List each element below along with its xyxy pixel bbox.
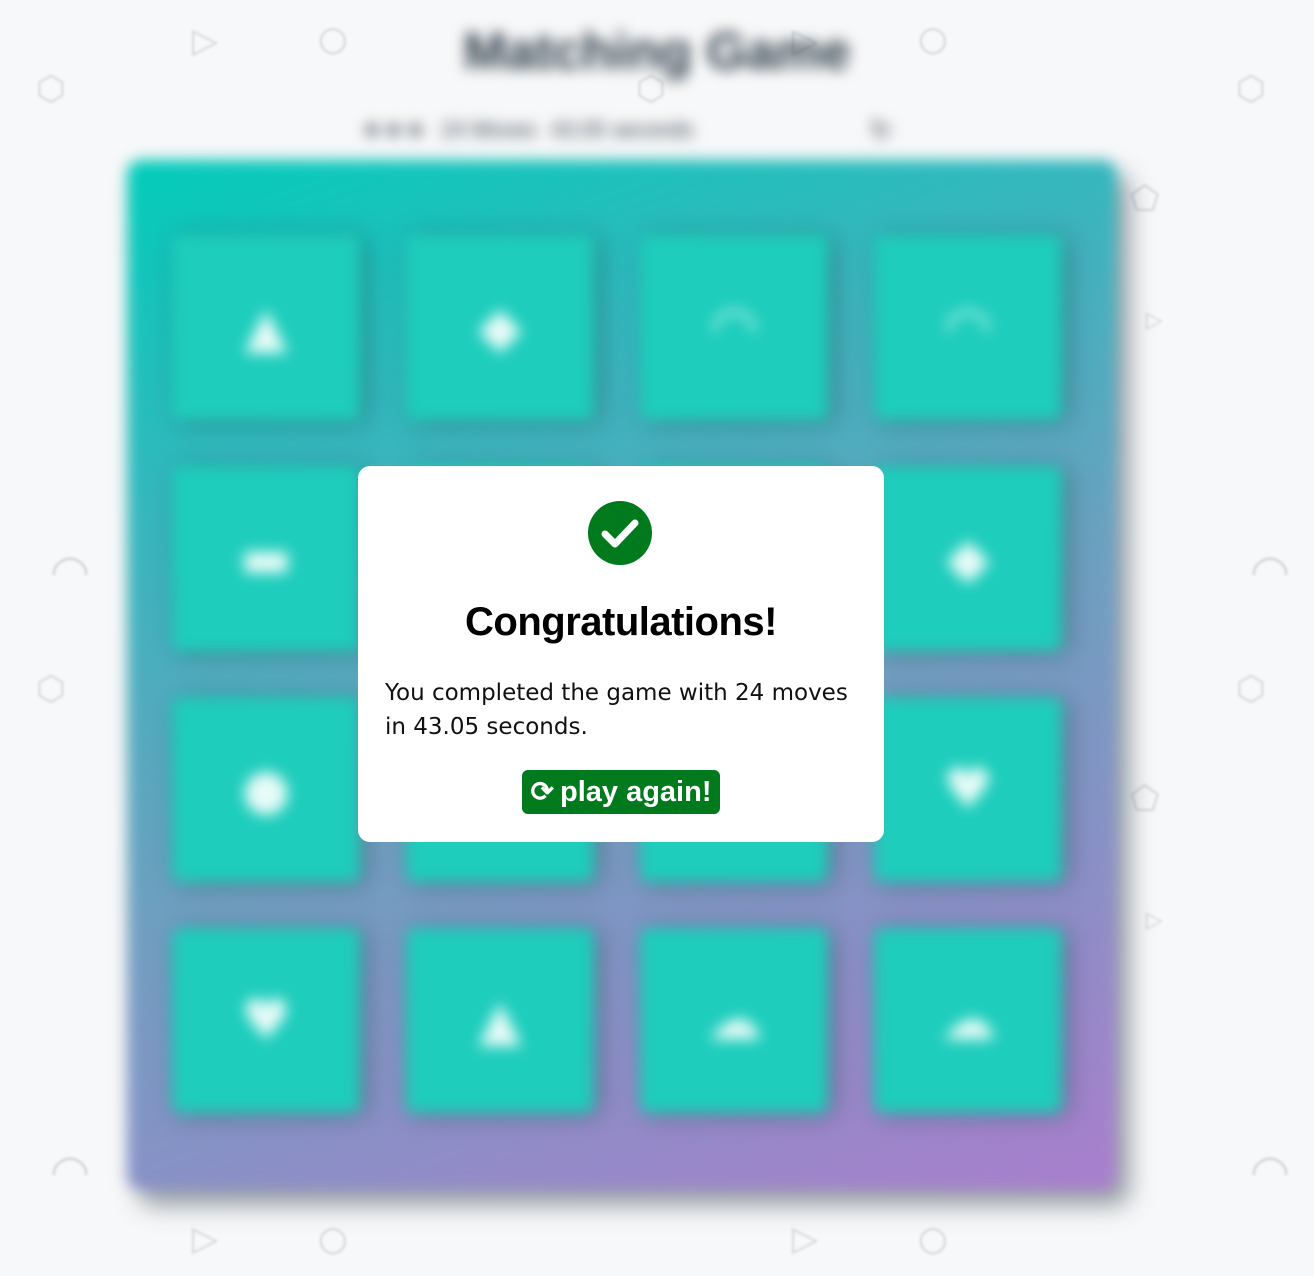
card[interactable]: ☁ bbox=[640, 928, 828, 1113]
card[interactable]: ▲ bbox=[172, 235, 360, 420]
heart-icon: ♥ bbox=[942, 757, 994, 822]
modal-title: Congratulations! bbox=[465, 600, 777, 644]
heart-icon: ♥ bbox=[240, 988, 292, 1053]
cloud-icon: ☁ bbox=[706, 988, 762, 1053]
congratulations-modal: Congratulations! You completed the game … bbox=[358, 466, 884, 842]
card[interactable]: ◆ bbox=[406, 235, 594, 420]
refresh-icon: ⟳ bbox=[530, 776, 554, 807]
card[interactable]: ☁ bbox=[874, 928, 1062, 1113]
star-rating: ★★★ bbox=[362, 117, 428, 142]
check-circle-icon bbox=[588, 501, 652, 565]
card[interactable]: ◠ bbox=[640, 235, 828, 420]
timer: 43.05 seconds bbox=[550, 117, 694, 142]
card[interactable]: ▬ bbox=[172, 466, 360, 651]
dot-icon: ● bbox=[241, 757, 291, 822]
play-again-button[interactable]: ⟳ play again! bbox=[522, 770, 720, 814]
triangle-icon: ▲ bbox=[244, 295, 288, 360]
card[interactable]: ♥ bbox=[874, 697, 1062, 882]
diamond-icon: ◆ bbox=[478, 295, 522, 360]
moves-counter: 24 Moves bbox=[441, 117, 537, 142]
score-panel: ★★★ 24 Moves 43.05 seconds ↻ bbox=[362, 112, 892, 148]
card[interactable]: ▲ bbox=[406, 928, 594, 1113]
half-circle-icon: ◠ bbox=[943, 295, 993, 360]
half-circle-icon: ◠ bbox=[709, 295, 759, 360]
restart-icon[interactable]: ↻ bbox=[870, 115, 892, 146]
diamond-icon: ◆ bbox=[946, 526, 990, 591]
card[interactable]: ◆ bbox=[874, 466, 1062, 651]
rectangle-icon: ▬ bbox=[239, 526, 293, 591]
card[interactable]: ◠ bbox=[874, 235, 1062, 420]
card[interactable]: ♥ bbox=[172, 928, 360, 1113]
card[interactable]: ● bbox=[172, 697, 360, 882]
mountain-icon: ▲ bbox=[478, 988, 522, 1053]
page-title: Matching Game bbox=[463, 23, 851, 81]
cloud-icon: ☁ bbox=[940, 988, 996, 1053]
play-again-label: play again! bbox=[559, 775, 712, 808]
modal-message: You completed the game with 24 moves in … bbox=[385, 680, 848, 740]
